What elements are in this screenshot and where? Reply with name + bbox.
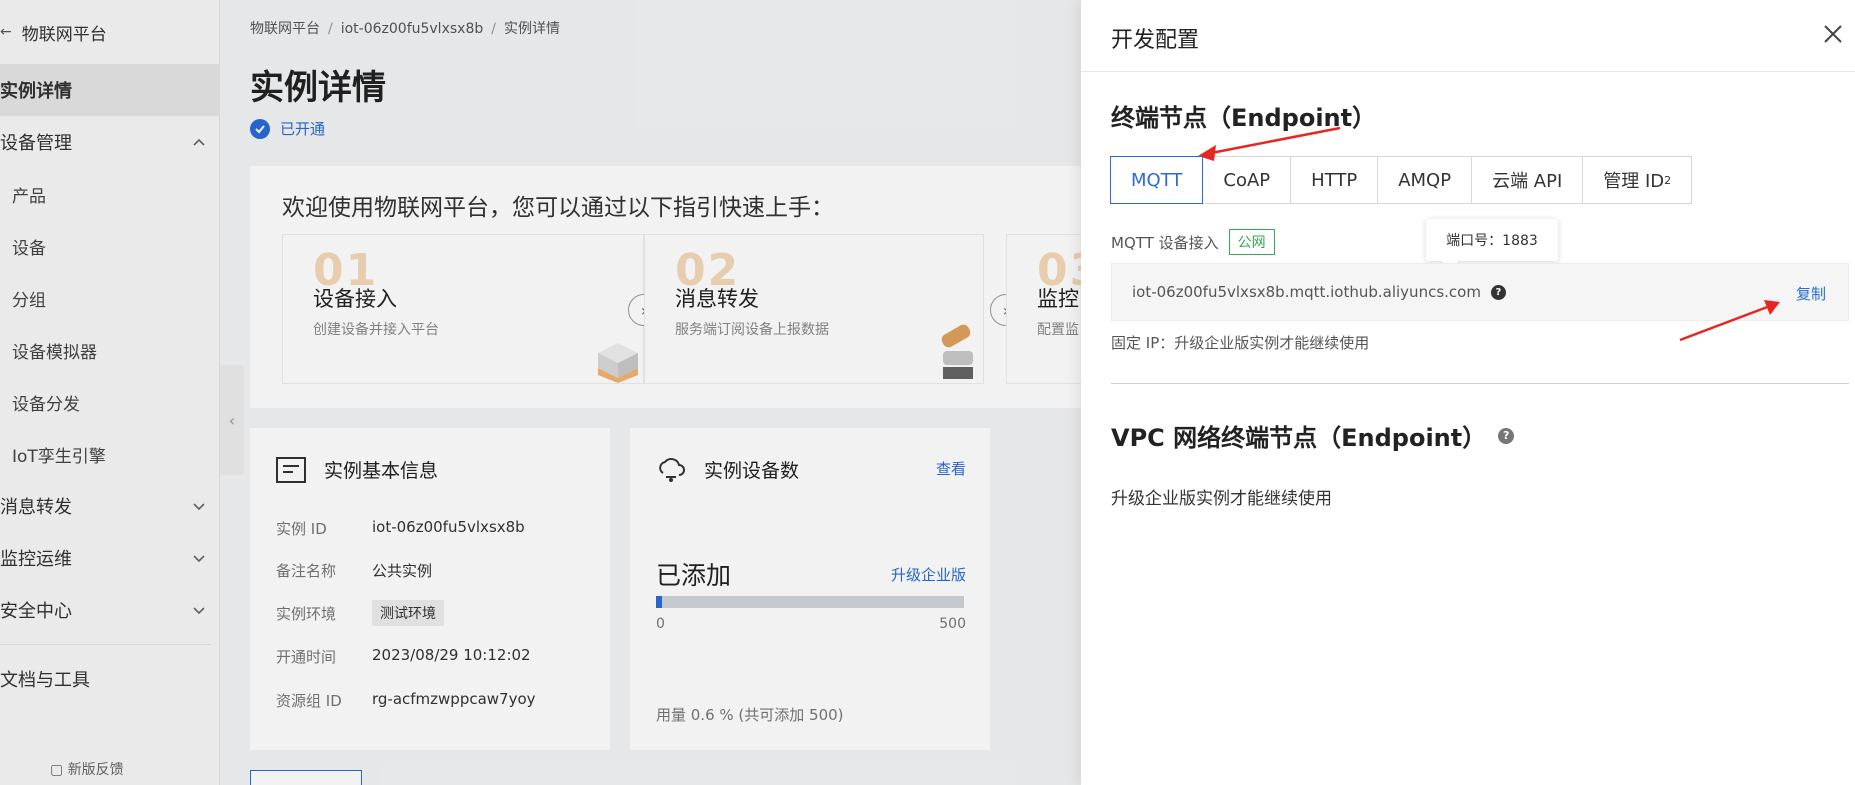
mqtt-access-label: MQTT 设备接入 公网 [1111,229,1275,255]
endpoint-box: iot-06z00fu5vlxsx8b.mqtt.iothub.aliyuncs… [1111,263,1849,321]
endpoint-value: iot-06z00fu5vlxsx8b.mqtt.iothub.aliyuncs… [1132,283,1481,301]
tab-coap[interactable]: CoAP [1202,156,1292,204]
divider [1111,383,1849,384]
conn-label-text: MQTT 设备接入 [1111,233,1219,252]
drawer-header: 开发配置 [1081,0,1855,72]
drawer-title: 开发配置 [1111,28,1200,53]
vpc-title-text: VPC 网络终端节点（Endpoint） [1111,424,1487,452]
fixed-ip-note: 固定 IP：升级企业版实例才能继续使用 [1111,334,1370,352]
question-icon[interactable]: ? [1490,284,1506,300]
tab-label: AMQP [1398,169,1452,191]
tab-label: HTTP [1311,169,1358,191]
tab-management-id[interactable]: 管理 ID 2 [1582,156,1693,204]
tab-amqp[interactable]: AMQP [1377,156,1473,204]
copy-button[interactable]: 复制 [1796,283,1826,304]
endpoint-section-title: 终端节点（Endpoint） [1111,104,1377,132]
tab-label: CoAP [1223,169,1271,191]
tab-http[interactable]: HTTP [1290,156,1379,204]
tab-label: 管理 ID [1603,171,1665,192]
vpc-section-title: VPC 网络终端节点（Endpoint） ? [1111,418,1515,453]
tab-mqtt[interactable]: MQTT [1110,156,1204,204]
public-network-badge: 公网 [1228,229,1275,255]
tab-cloud-api[interactable]: 云端 API [1471,156,1584,204]
help-icon[interactable]: ? [1498,427,1515,444]
endpoint-row: iot-06z00fu5vlxsx8b.mqtt.iothub.aliyuncs… [1132,283,1506,301]
protocol-tabs: MQTT CoAP HTTP AMQP 云端 API 管理 ID 2 [1110,156,1693,204]
close-icon[interactable] [1819,20,1847,48]
tab-label: 云端 API [1492,171,1563,192]
vpc-note: 升级企业版实例才能继续使用 [1111,489,1332,509]
dev-config-drawer: 开发配置 终端节点（Endpoint） MQTT CoAP HTTP AMQP … [1081,0,1855,785]
tab-superscript: 2 [1664,173,1672,187]
tab-label: MQTT [1131,169,1183,191]
port-tooltip: 端口号：1883 [1426,219,1558,261]
